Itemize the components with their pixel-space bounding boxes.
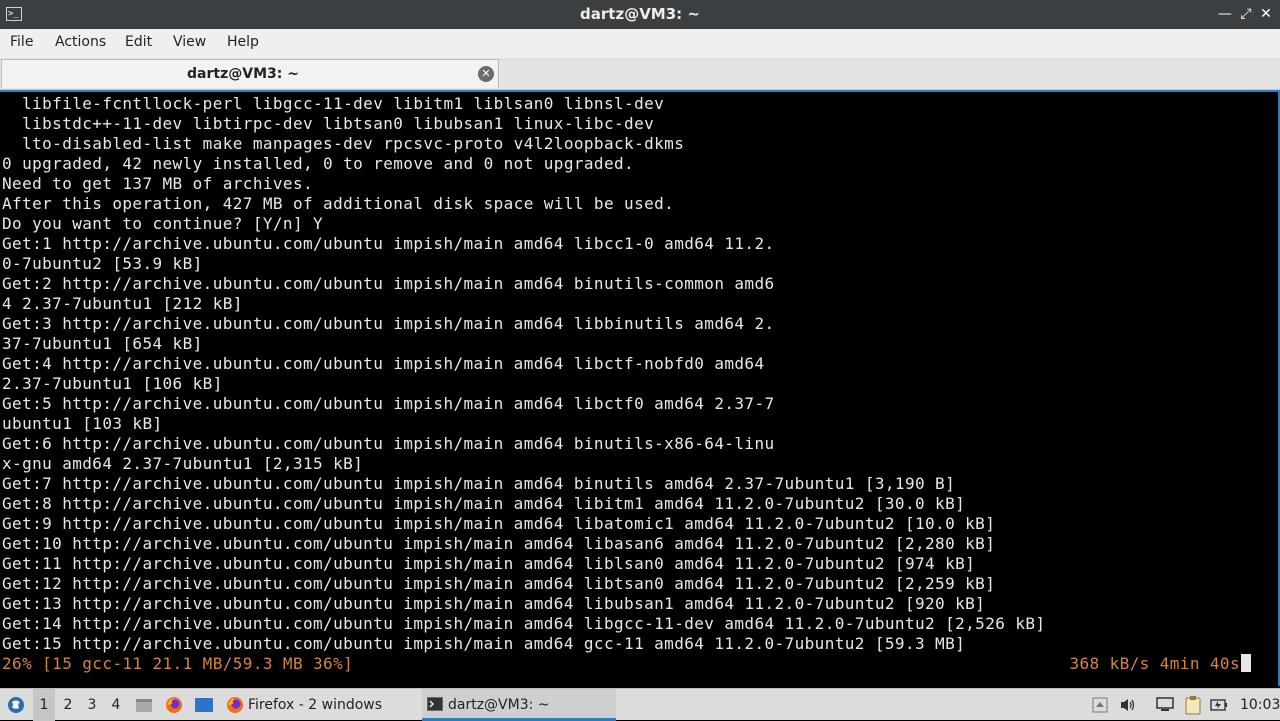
firefox-window-icon: [227, 697, 243, 713]
terminal-line: Get:14 http://archive.ubuntu.com/ubuntu …: [2, 614, 1046, 633]
terminal-line: Get:10 http://archive.ubuntu.com/ubuntu …: [2, 534, 996, 553]
menu-bar: File Actions Edit View Help: [0, 29, 1280, 58]
firefox-icon[interactable]: [163, 689, 185, 721]
taskbar: 1 2 3 4 Firefox - 2 windows dartz@VM3: ~…: [0, 688, 1280, 721]
terminal-line: libstdc++-11-dev libtirpc-dev libtsan0 l…: [2, 114, 655, 133]
tab-label: dartz@VM3: ~: [187, 66, 299, 82]
workspace-3[interactable]: 3: [81, 689, 103, 721]
terminal-line: lto-disabled-list make manpages-dev rpcs…: [2, 134, 685, 153]
taskbar-terminal-label: dartz@VM3: ~: [448, 697, 550, 713]
file-manager-icon[interactable]: [134, 689, 154, 721]
tab-terminal[interactable]: dartz@VM3: ~ ✕: [1, 59, 499, 88]
terminal-line: Get:2 http://archive.ubuntu.com/ubuntu i…: [2, 274, 775, 293]
terminal-cursor: [1241, 654, 1251, 672]
terminal-line: 2.37-7ubuntu1 [106 kB]: [2, 374, 223, 393]
terminal-line: After this operation, 427 MB of addition…: [2, 194, 675, 213]
show-desktop-icon[interactable]: [193, 689, 215, 721]
close-window-button[interactable]: ✕: [1257, 5, 1275, 23]
menu-file[interactable]: File: [8, 29, 35, 56]
terminal-line: Get:7 http://archive.ubuntu.com/ubuntu i…: [2, 474, 956, 493]
taskbar-firefox-label: Firefox - 2 windows: [248, 697, 383, 713]
minimize-button[interactable]: —: [1216, 5, 1234, 23]
workspace-2[interactable]: 2: [57, 689, 79, 721]
terminal-line: x-gnu amd64 2.37-7ubuntu1 [2,315 kB]: [2, 454, 364, 473]
terminal-output: libfile-fcntllock-perl libgcc-11-dev lib…: [2, 94, 1045, 654]
terminal-line: ubuntu1 [103 kB]: [2, 414, 163, 433]
terminal-line: 37-7ubuntu1 [654 kB]: [2, 334, 203, 353]
start-menu-icon[interactable]: [4, 689, 28, 721]
maximize-button[interactable]: ⤢: [1237, 5, 1255, 23]
clipboard-icon[interactable]: [1183, 689, 1203, 721]
terminal-line: 0-7ubuntu2 [53.9 kB]: [2, 254, 203, 273]
terminal-line: 4 2.37-7ubuntu1 [212 kB]: [2, 294, 243, 313]
terminal-window-icon: [427, 697, 443, 711]
terminal-view[interactable]: libfile-fcntllock-perl libgcc-11-dev lib…: [0, 90, 1280, 686]
terminal-line: Get:6 http://archive.ubuntu.com/ubuntu i…: [2, 434, 775, 453]
terminal-line: Get:9 http://archive.ubuntu.com/ubuntu i…: [2, 514, 996, 533]
window-title: dartz@VM3: ~: [580, 5, 700, 23]
terminal-line: Get:3 http://archive.ubuntu.com/ubuntu i…: [2, 314, 775, 333]
terminal-line: libfile-fcntllock-perl libgcc-11-dev lib…: [2, 94, 665, 113]
taskbar-firefox-window[interactable]: Firefox - 2 windows: [222, 689, 438, 721]
apt-download-speed: 368 kB/s 4min 40s: [1069, 654, 1240, 673]
tab-bar: dartz@VM3: ~ ✕: [0, 58, 1280, 90]
terminal-line: Get:12 http://archive.ubuntu.com/ubuntu …: [2, 574, 996, 593]
terminal-line: Do you want to continue? [Y/n] Y: [2, 214, 324, 233]
terminal-line: Get:5 http://archive.ubuntu.com/ubuntu i…: [2, 394, 775, 413]
power-icon[interactable]: [1208, 689, 1230, 721]
clock[interactable]: 10:03: [1240, 689, 1280, 721]
window-titlebar[interactable]: >_ dartz@VM3: ~ — ⤢ ✕: [0, 0, 1280, 29]
tray-arrow-icon[interactable]: [1090, 689, 1110, 721]
terminal-line: Get:8 http://archive.ubuntu.com/ubuntu i…: [2, 494, 966, 513]
network-icon[interactable]: [1154, 689, 1176, 721]
menu-actions[interactable]: Actions: [53, 29, 108, 56]
volume-icon[interactable]: [1117, 689, 1139, 721]
menu-edit[interactable]: Edit: [123, 29, 154, 56]
workspace-1[interactable]: 1: [33, 689, 55, 721]
menu-view[interactable]: View: [171, 29, 208, 56]
terminal-line: Get:4 http://archive.ubuntu.com/ubuntu i…: [2, 354, 765, 373]
terminal-line: Need to get 137 MB of archives.: [2, 174, 314, 193]
terminal-line: Get:11 http://archive.ubuntu.com/ubuntu …: [2, 554, 976, 573]
apt-progress-status: 26% [15 gcc-11 21.1 MB/59.3 MB 36%]: [2, 654, 354, 673]
terminal-line: 0 upgraded, 42 newly installed, 0 to rem…: [2, 154, 635, 173]
terminal-line: Get:13 http://archive.ubuntu.com/ubuntu …: [2, 594, 986, 613]
terminal-line: Get:15 http://archive.ubuntu.com/ubuntu …: [2, 634, 966, 653]
terminal-line: Get:1 http://archive.ubuntu.com/ubuntu i…: [2, 234, 775, 253]
tab-close-icon[interactable]: ✕: [478, 66, 494, 82]
menu-help[interactable]: Help: [225, 29, 261, 56]
workspace-4[interactable]: 4: [105, 689, 127, 721]
taskbar-terminal-window[interactable]: dartz@VM3: ~: [422, 689, 616, 721]
